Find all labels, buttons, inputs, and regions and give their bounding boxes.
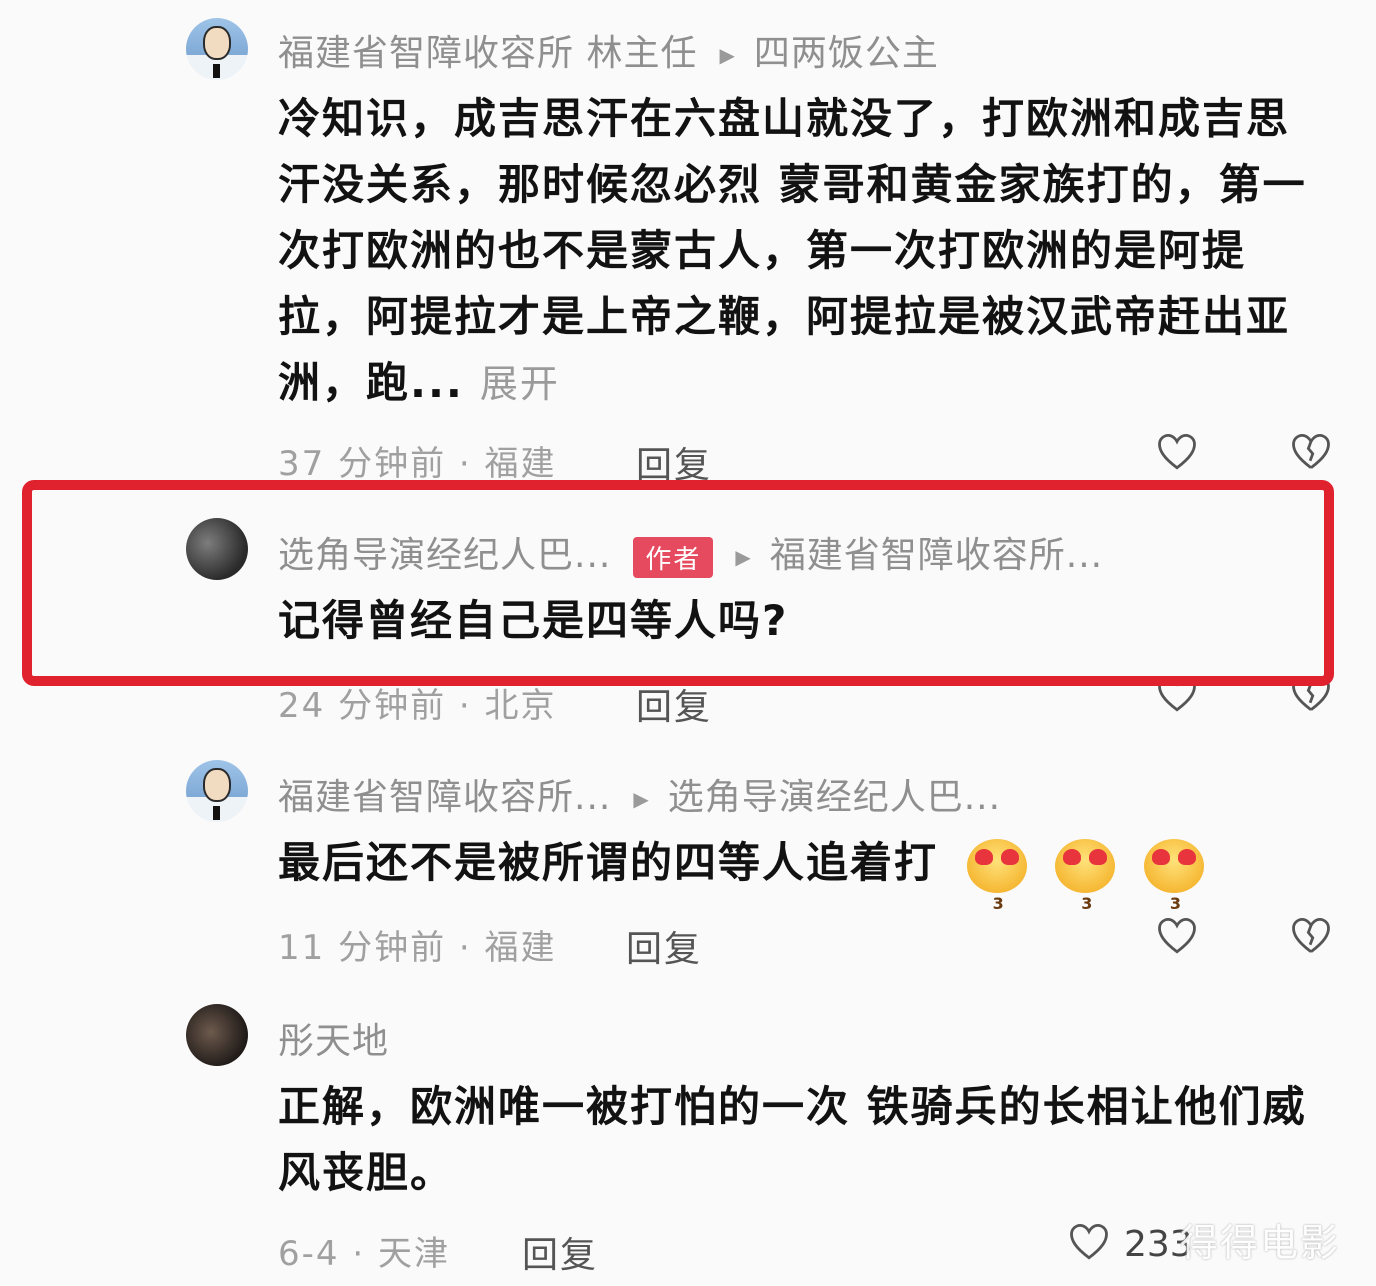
avatar-tie [213,806,220,820]
reply-arrow-icon: ▶ [735,545,752,569]
comment-text: 正解，欧洲唯一被打怕的一次 铁骑兵的长相让他们威风丧胆。 [278,1082,1307,1197]
like-heart-icon[interactable] [1156,916,1198,956]
comment-text: 冷知识，成吉思汗在六盘山就没了，打欧洲和成吉思汗没关系，那时候忽必烈 蒙哥和黄金… [278,86,1328,417]
reply-arrow-icon: ▶ [719,43,736,67]
watermark: 得得电影 [1180,1221,1341,1265]
comment-text: 最后还不是被所谓的四等人追着打 3 3 3 [278,830,1328,913]
comment-meta: 6-4 · 天津 [278,1234,450,1274]
dislike-broken-heart-icon[interactable] [1290,916,1332,956]
reply-arrow-icon: ▶ [633,787,650,811]
username[interactable]: 彤天地 [278,1021,389,1062]
username[interactable]: 福建省智障收容所... [278,777,611,818]
heart-eyes-emoji: 3 [1055,838,1116,913]
dislike-broken-heart-icon[interactable] [1290,432,1332,472]
reply-target[interactable]: 选角导演经纪人巴... [668,777,1001,818]
comment-username-row: 福建省智障收容所... ▶ 选角导演经纪人巴... [278,768,1001,820]
avatar-face [203,26,231,60]
comment-meta: 37 分钟前 · 福建 [278,444,557,484]
comment-meta: 11 分钟前 · 福建 [278,928,557,968]
author-badge: 作者 [633,536,714,578]
comment-username-row: 彤天地 [278,1012,389,1064]
comment-username-row: 福建省智障收容所 林主任 ▶ 四两饭公主 [278,24,939,76]
comment-body: 最后还不是被所谓的四等人追着打 [278,838,939,887]
avatar[interactable] [186,518,248,580]
like-heart-icon[interactable] [1156,432,1198,472]
avatar[interactable] [186,18,248,80]
heart-eyes-emoji: 3 [966,838,1027,913]
reply-button[interactable]: 回复 [522,1226,598,1278]
avatar[interactable] [186,760,248,822]
reply-button[interactable]: 回复 [626,920,702,972]
reply-target[interactable]: 福建省智障收容所... [770,535,1103,576]
username[interactable]: 选角导演经纪人巴... [278,535,611,576]
avatar-tie [213,64,220,78]
heart-eyes-emoji: 3 [1143,838,1204,913]
comment-text: 记得曾经自己是四等人吗? [278,596,789,645]
expand-link[interactable]: 展开 [480,362,560,406]
comment-body: 冷知识，成吉思汗在六盘山就没了，打欧洲和成吉思汗没关系，那时候忽必烈 蒙哥和黄金… [278,94,1307,407]
avatar[interactable] [186,1004,248,1066]
highlight-box [22,480,1334,686]
comment-username-row: 选角导演经纪人巴... 作者 ▶ 福建省智障收容所... [278,526,1103,578]
username[interactable]: 福建省智障收容所 林主任 [278,33,697,74]
like-heart-icon[interactable] [1068,1222,1110,1262]
avatar-face [203,768,231,802]
reply-target[interactable]: 四两饭公主 [754,33,939,74]
